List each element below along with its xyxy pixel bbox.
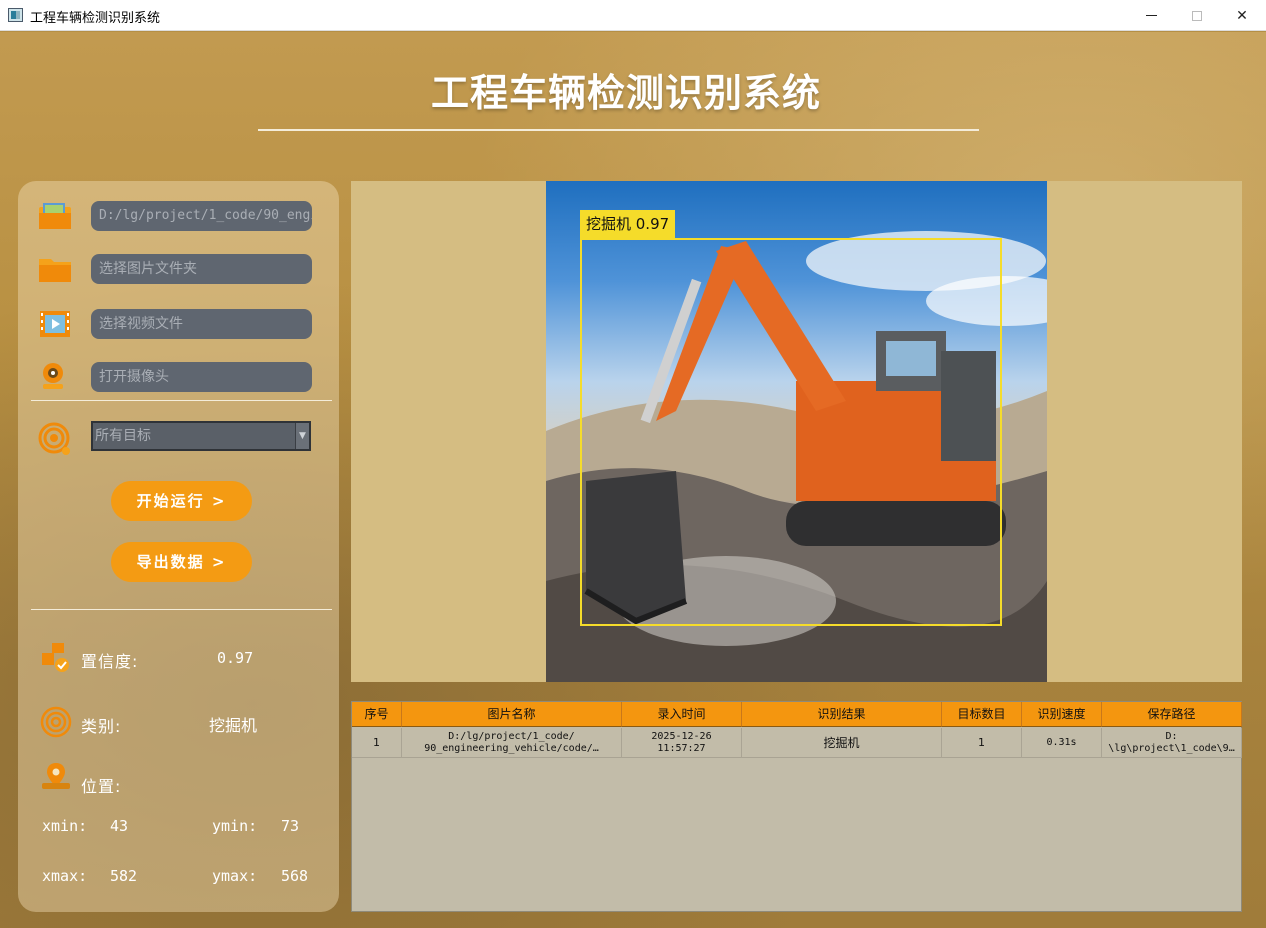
export-button[interactable]: 导出数据 > <box>111 542 252 582</box>
xmax-value: 582 <box>110 867 138 885</box>
ymax-label: ymax: <box>212 867 258 885</box>
table-row[interactable]: 1 D:/lg/project/1_code/ 90_engineering_v… <box>352 728 1242 758</box>
detection-box <box>580 238 1002 626</box>
target-select-value: 所有目标 <box>95 428 151 444</box>
maximize-icon <box>1192 10 1202 21</box>
position-label: 位置: <box>81 777 122 796</box>
window-titlebar: 工程车辆检测识别系统 ✕ <box>0 0 1266 31</box>
target-icon <box>38 422 70 455</box>
cell-image-name: D:/lg/project/1_code/ 90_engineering_veh… <box>402 728 622 758</box>
cell-result: 挖掘机 <box>742 728 942 758</box>
column-header-image-name[interactable]: 图片名称 <box>402 702 622 727</box>
video-row: 选择视频文件 <box>38 309 318 341</box>
folder-input[interactable]: 选择图片文件夹 <box>91 254 312 284</box>
location-pin-icon <box>42 763 70 789</box>
close-button[interactable]: ✕ <box>1219 0 1265 31</box>
class-value: 挖掘机 <box>209 716 258 735</box>
results-table: 序号 图片名称 录入时间 识别结果 目标数目 识别速度 保存路径 1 D:/lg… <box>351 701 1242 912</box>
minimize-button[interactable] <box>1128 0 1174 31</box>
target-select[interactable]: 所有目标 ▼ <box>91 421 311 451</box>
detection-label: 挖掘机 0.97 <box>580 210 676 238</box>
column-header-count[interactable]: 目标数目 <box>942 702 1022 727</box>
app-icon <box>8 8 23 22</box>
page-title: 工程车辆检测识别系统 <box>430 71 821 115</box>
class-label: 类别: <box>81 717 122 736</box>
confidence-label: 置信度: <box>81 652 139 671</box>
start-button[interactable]: 开始运行 > <box>111 481 252 521</box>
ymax-value: 568 <box>281 867 309 885</box>
maximize-button[interactable] <box>1174 0 1220 31</box>
column-header-time[interactable]: 录入时间 <box>622 702 742 727</box>
cell-speed: 0.31s <box>1022 728 1102 758</box>
column-header-save-path[interactable]: 保存路径 <box>1102 702 1242 727</box>
cell-time: 2025-12-26 11:57:27 <box>622 728 742 758</box>
camera-row: 打开摄像头 <box>38 362 318 394</box>
video-file-icon[interactable] <box>38 309 72 339</box>
ymin-value: 73 <box>281 817 300 835</box>
column-header-speed[interactable]: 识别速度 <box>1022 702 1102 727</box>
ymin-label: ymin: <box>212 817 258 835</box>
minimize-icon <box>1145 15 1157 16</box>
image-folder-icon[interactable] <box>38 201 72 231</box>
cell-save-path: D: \lg\project\1_code\9… <box>1102 728 1242 758</box>
chevron-down-icon[interactable]: ▼ <box>295 423 309 449</box>
divider <box>31 400 332 401</box>
xmax-label: xmax: <box>42 867 88 885</box>
folder-icon[interactable] <box>38 254 72 284</box>
camera-input[interactable]: 打开摄像头 <box>91 362 312 392</box>
confidence-icon <box>42 643 69 672</box>
table-header: 序号 图片名称 录入时间 识别结果 目标数目 识别速度 保存路径 <box>352 702 1242 727</box>
confidence-value: 0.97 <box>217 649 254 667</box>
column-header-result[interactable]: 识别结果 <box>742 702 942 727</box>
xmin-label: xmin: <box>42 817 88 835</box>
image-file-row: D:/lg/project/1_code/90_engineering_vehi… <box>38 201 318 233</box>
cell-count: 1 <box>942 728 1022 758</box>
cell-index: 1 <box>352 728 402 758</box>
title-underline <box>258 129 979 131</box>
column-header-index[interactable]: 序号 <box>352 702 402 727</box>
camera-icon[interactable] <box>38 362 72 392</box>
xmin-value: 43 <box>110 817 129 835</box>
image-path-input[interactable]: D:/lg/project/1_code/90_engineering_vehi… <box>91 201 312 231</box>
window-title: 工程车辆检测识别系统 <box>30 11 161 26</box>
divider <box>31 609 332 610</box>
class-icon <box>40 706 72 738</box>
folder-row: 选择图片文件夹 <box>38 254 318 286</box>
video-input[interactable]: 选择视频文件 <box>91 309 312 339</box>
